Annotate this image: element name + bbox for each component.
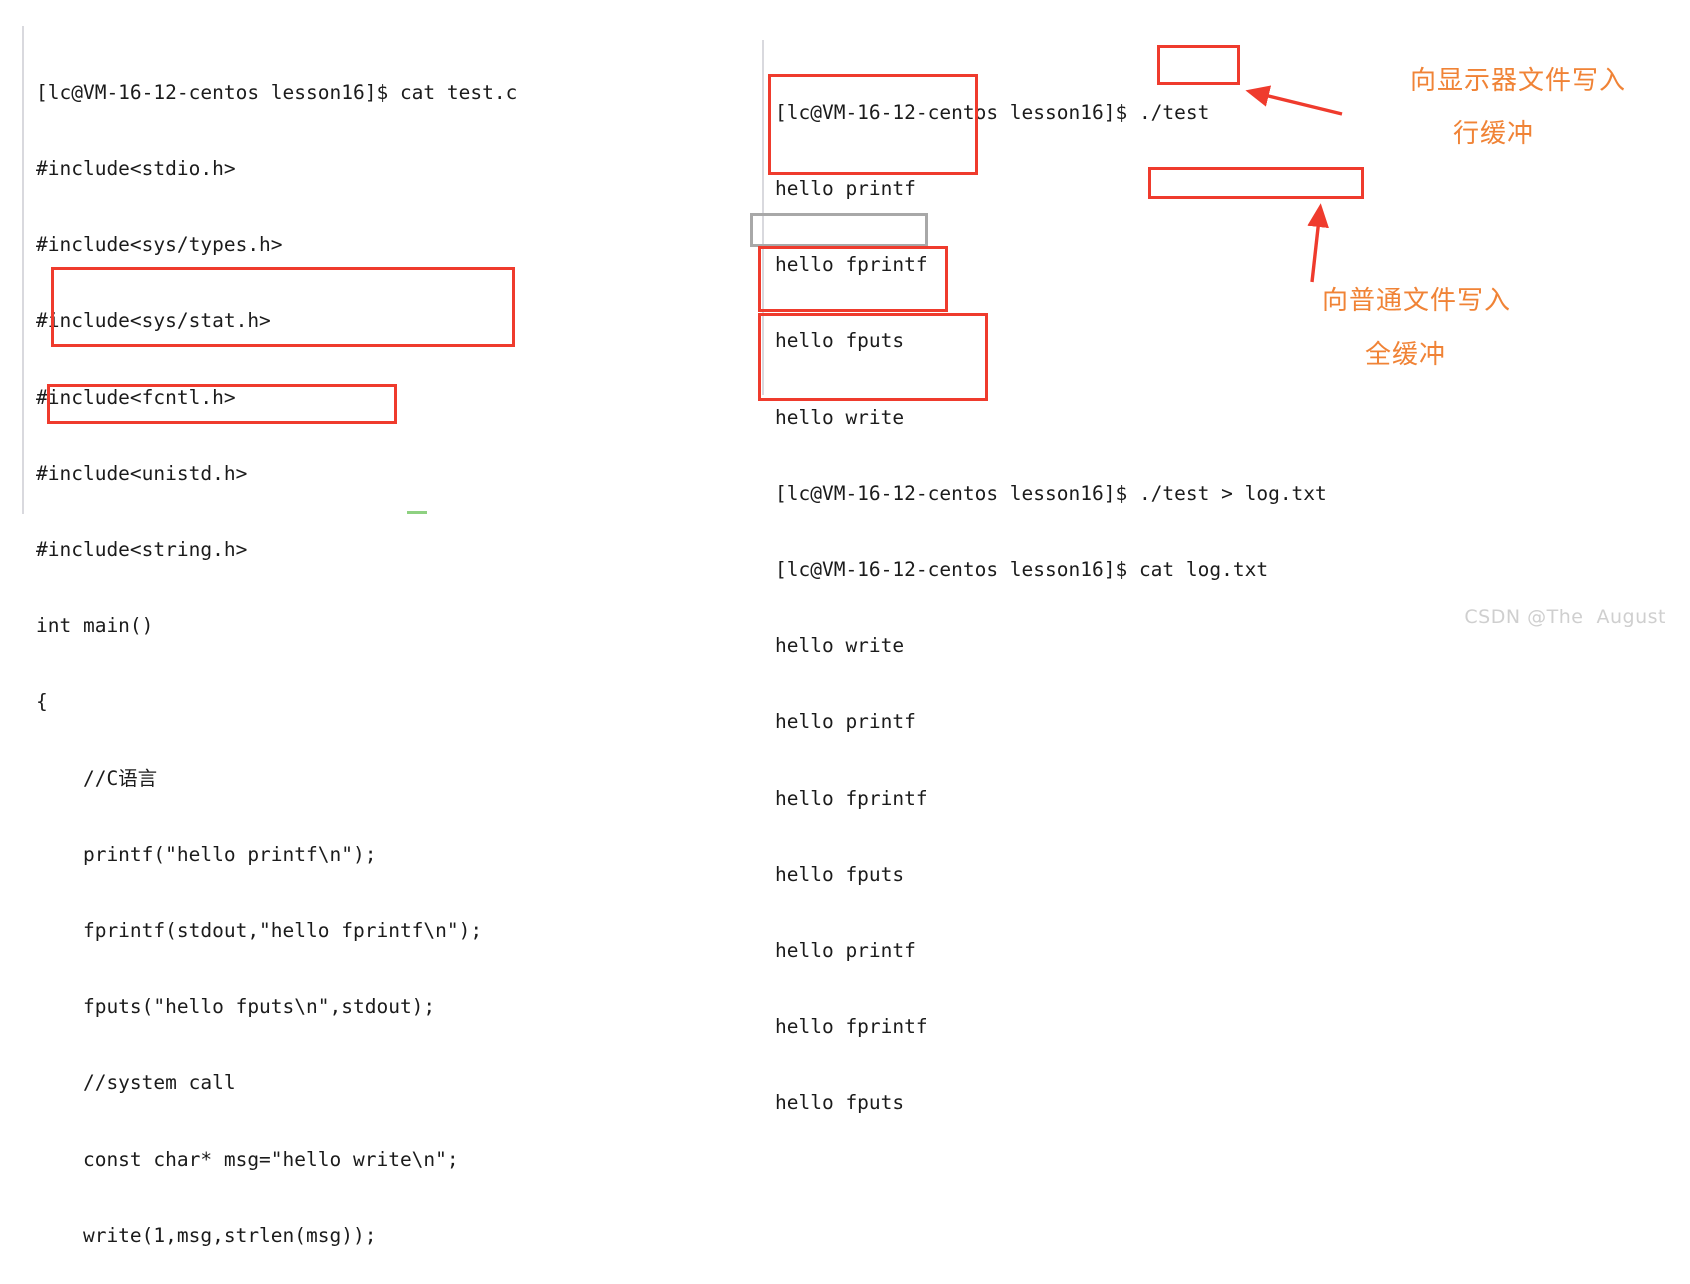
- csdn-watermark: CSDN @The August: [1464, 606, 1666, 628]
- terminal-line: printf("hello printf\n");: [36, 842, 377, 866]
- highlight-box-run-test-command: [1157, 45, 1240, 85]
- terminal-line: hello write: [775, 634, 905, 658]
- arrow-to-run-test-command: [1245, 85, 1343, 116]
- terminal-line: int main(): [36, 614, 154, 638]
- terminal-line: //C语言: [36, 766, 158, 790]
- terminal-line: {: [36, 690, 48, 714]
- terminal-line: [lc@VM-16-12-centos lesson16]$ cat log.t…: [775, 558, 1269, 582]
- terminal-line: hello fputs: [775, 862, 905, 886]
- terminal-line: hello printf: [775, 710, 916, 734]
- screenshot-canvas: [lc@VM-16-12-centos lesson16]$ cat test.…: [0, 0, 1690, 1247]
- terminal-line: #include<sys/types.h>: [36, 233, 283, 257]
- annotation-line-buffer: 行缓冲: [1453, 119, 1535, 149]
- terminal-line: fputs("hello fputs\n",stdout);: [36, 995, 436, 1019]
- highlight-box-redirect-command: [1148, 167, 1364, 199]
- left-terminal-output: [lc@VM-16-12-centos lesson16]$ cat test.…: [36, 29, 517, 1284]
- left-panel-divider: [22, 26, 24, 514]
- highlight-box-stdout-output: [768, 74, 978, 175]
- annotation-monitor-write: 向显示器文件写入: [1410, 66, 1627, 96]
- highlight-box-write-syscall: [47, 384, 397, 424]
- terminal-line: //system call: [36, 1071, 236, 1095]
- green-cursor-artifact: [407, 511, 427, 514]
- terminal-line: #include<string.h>: [36, 538, 248, 562]
- terminal-line: [lc@VM-16-12-centos lesson16]$ cat test.…: [36, 80, 518, 104]
- arrow-to-redirect-command: [1307, 203, 1329, 283]
- terminal-line: hello write: [775, 405, 905, 429]
- terminal-line: const char* msg="hello write\n";: [36, 1147, 459, 1171]
- highlight-box-child-flush-output: [758, 313, 988, 401]
- terminal-line: [lc@VM-16-12-centos lesson16]$ ./test > …: [775, 481, 1327, 505]
- highlight-box-hello-write-line: [750, 213, 928, 247]
- terminal-line: hello fprintf: [775, 786, 928, 810]
- terminal-line: hello fputs: [775, 1091, 905, 1115]
- terminal-line: #include<unistd.h>: [36, 461, 248, 485]
- highlight-box-parent-flush-output: [758, 246, 948, 312]
- annotation-file-write: 向普通文件写入: [1322, 286, 1512, 316]
- highlight-box-c-library-calls: [51, 267, 515, 347]
- terminal-line: #include<stdio.h>: [36, 157, 236, 181]
- terminal-line: hello printf: [775, 939, 916, 963]
- terminal-line: write(1,msg,strlen(msg));: [36, 1223, 377, 1247]
- terminal-line: fprintf(stdout,"hello fprintf\n");: [36, 919, 483, 943]
- annotation-full-buffer: 全缓冲: [1365, 340, 1447, 370]
- terminal-line: hello fprintf: [775, 1015, 928, 1039]
